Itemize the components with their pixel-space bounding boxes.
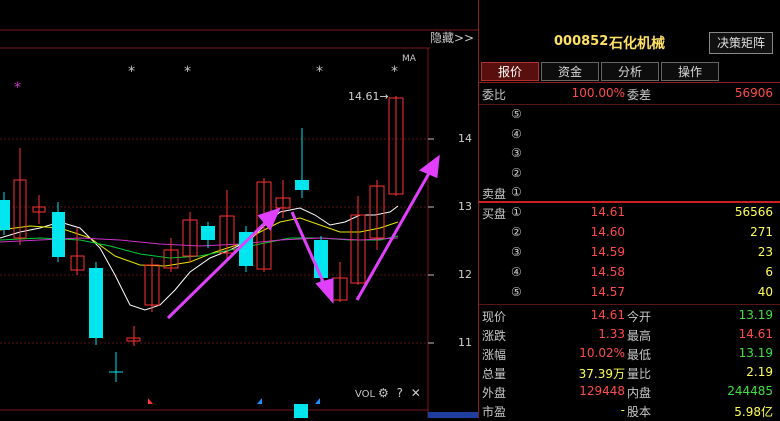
bid-side-label: 买盘: [482, 207, 507, 221]
quote-panel: 000852 石化机械 决策矩阵 报价 资金 分析 操作 委比 100.00% …: [478, 0, 780, 421]
bid-row[interactable]: ③ 14.59 23: [479, 243, 780, 263]
bid-row[interactable]: 买盘 ① 14.61 56566: [479, 203, 780, 223]
ma-label: MA: [402, 54, 416, 64]
bid-level: ③: [511, 245, 522, 259]
stat-value: 2.19: [746, 365, 773, 379]
weibi-value: 100.00%: [571, 86, 625, 100]
ask-row[interactable]: 卖盘 ①: [479, 183, 780, 203]
stat-label: 今开: [627, 310, 652, 324]
ask-row[interactable]: ③: [479, 144, 780, 164]
tab-funds[interactable]: 资金: [541, 62, 599, 81]
stat-label: 市盈: [482, 405, 507, 419]
ask-row[interactable]: ⑤: [479, 105, 780, 125]
star-marker: *: [316, 64, 323, 80]
stat-label: 最高: [627, 329, 652, 343]
stat-row[interactable]: 市盈 - 股本 5.98亿: [479, 401, 780, 421]
vol-settings-icons[interactable]: ⚙ ? ✕: [378, 386, 423, 400]
stat-value: 14.61: [738, 327, 773, 341]
hide-chart-button[interactable]: 隐藏>>: [430, 29, 474, 46]
svg-text:*: *: [14, 80, 21, 96]
weicha-value: 56906: [734, 86, 773, 100]
decision-matrix-button[interactable]: 决策矩阵: [709, 32, 773, 54]
quote-header: 000852 石化机械 决策矩阵: [479, 26, 780, 58]
tab-analysis[interactable]: 分析: [601, 62, 659, 81]
last-price-marker: 14.61→: [348, 90, 389, 103]
bid-level: ①: [511, 205, 522, 219]
star-marker: *: [184, 64, 191, 80]
stat-value: 37.39万: [578, 367, 625, 381]
bid-price: 14.61: [590, 205, 625, 219]
vol-label: VOL: [355, 389, 376, 400]
stat-value: -: [620, 403, 625, 417]
stat-row[interactable]: 涨幅 10.02% 最低 13.19: [479, 344, 780, 364]
stat-label: 内盘: [627, 386, 652, 400]
bid-price: 14.60: [590, 225, 625, 239]
y-tick-label: 14: [458, 132, 472, 145]
ask-side-label: 卖盘: [482, 187, 507, 201]
stat-value: 13.19: [738, 308, 773, 322]
candle: [0, 200, 10, 230]
stat-label: 涨幅: [482, 348, 507, 362]
bid-volume: 23: [757, 245, 773, 259]
star-marker: *: [391, 64, 398, 80]
stat-label: 总量: [482, 367, 507, 381]
bid-volume: 271: [750, 225, 773, 239]
y-tick-label: 11: [458, 336, 472, 349]
bid-row[interactable]: ④ 14.58 6: [479, 263, 780, 283]
ask-level: ③: [511, 146, 522, 160]
stat-row[interactable]: 外盘 129448 内盘 244485: [479, 382, 780, 402]
bid-price: 14.58: [590, 265, 625, 279]
stat-value: 244485: [727, 384, 773, 398]
ask-row[interactable]: ②: [479, 164, 780, 184]
ask-level: ⑤: [511, 107, 522, 121]
weibi-row: 委比 100.00% 委差 56906: [479, 84, 780, 104]
quote-tabs: 报价 资金 分析 操作: [479, 62, 780, 83]
stat-value: 129448: [579, 384, 625, 398]
ask-level: ④: [511, 126, 522, 141]
ask-level: ①: [511, 185, 522, 199]
stat-label: 外盘: [482, 386, 507, 400]
bid-price: 14.57: [590, 285, 625, 299]
weicha-label: 委差: [627, 88, 652, 102]
tab-quote[interactable]: 报价: [481, 62, 539, 81]
y-tick-label: 13: [458, 200, 472, 213]
stat-label: 最低: [627, 348, 652, 362]
ask-level: ②: [511, 165, 522, 180]
bid-volume: 56566: [734, 205, 773, 219]
bid-price: 14.59: [590, 245, 625, 259]
kline-chart[interactable]: * 隐藏>> MA * * * * 14.61→ 14 13 12 11 VOL…: [0, 0, 478, 418]
stat-label: 量比: [627, 367, 652, 381]
tab-operation[interactable]: 操作: [661, 62, 719, 81]
stat-value: 5.98亿: [734, 405, 773, 419]
bid-volume: 40: [757, 285, 773, 299]
stat-row[interactable]: 涨跌 1.33 最高 14.61: [479, 325, 780, 345]
stat-value: 14.61: [590, 308, 625, 322]
bid-level: ④: [511, 265, 522, 279]
stat-label: 股本: [627, 405, 652, 419]
weibi-label: 委比: [482, 88, 507, 102]
bid-level: ⑤: [511, 285, 522, 299]
bid-level: ②: [511, 225, 522, 239]
y-tick-label: 12: [458, 268, 472, 281]
bid-row[interactable]: ② 14.60 271: [479, 223, 780, 243]
stat-label: 涨跌: [482, 329, 507, 343]
bid-volume: 6: [765, 265, 773, 279]
stat-row[interactable]: 现价 14.61 今开 13.19: [479, 306, 780, 326]
stat-row[interactable]: 总量 37.39万 量比 2.19: [479, 363, 780, 383]
ask-row[interactable]: ④: [479, 125, 780, 145]
stock-name: 石化机械: [609, 36, 665, 52]
stat-value: 10.02%: [579, 346, 625, 360]
stat-value: 13.19: [738, 346, 773, 360]
bid-row[interactable]: ⑤ 14.57 40: [479, 283, 780, 303]
stat-value: 1.33: [598, 327, 625, 341]
stock-code: 000852: [554, 34, 609, 49]
stat-label: 现价: [482, 310, 507, 324]
star-marker: *: [128, 64, 135, 80]
divider: [479, 304, 780, 305]
